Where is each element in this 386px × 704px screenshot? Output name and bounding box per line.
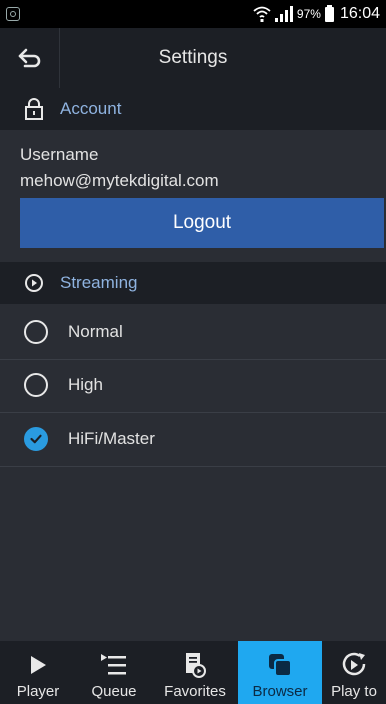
nav-item-browser[interactable]: Browser bbox=[238, 641, 322, 704]
nav-label: Favorites bbox=[164, 683, 226, 700]
bottom-nav: Player Queue Favorites Browser Play to bbox=[0, 641, 386, 704]
signal-icon bbox=[274, 6, 293, 22]
streaming-option-hifi-master[interactable]: HiFi/Master bbox=[0, 411, 386, 467]
streaming-option-normal[interactable]: Normal bbox=[0, 304, 386, 360]
logout-button[interactable]: Logout bbox=[20, 198, 384, 248]
option-label: High bbox=[68, 374, 103, 394]
status-time: 16:04 bbox=[339, 5, 380, 22]
notification-icon bbox=[6, 7, 20, 21]
queue-icon bbox=[99, 651, 129, 679]
option-label: Normal bbox=[68, 321, 123, 341]
play-circle-icon bbox=[25, 274, 43, 292]
streaming-option-high[interactable]: High bbox=[0, 357, 386, 413]
nav-label: Play to bbox=[331, 683, 377, 700]
battery-icon bbox=[324, 4, 334, 22]
back-button[interactable] bbox=[0, 28, 60, 88]
streaming-section-title: Streaming bbox=[60, 273, 138, 292]
username-value: mehow@mytekdigital.com bbox=[20, 171, 219, 190]
account-block: Username mehow@mytekdigital.com Logout bbox=[0, 130, 386, 262]
wifi-icon bbox=[253, 6, 271, 22]
radio-checked-icon[interactable] bbox=[24, 426, 48, 451]
account-section-header: Account bbox=[0, 88, 386, 130]
back-arrow-icon bbox=[18, 48, 40, 68]
nav-label: Queue bbox=[91, 683, 137, 700]
browser-icon bbox=[267, 651, 293, 679]
radio-unchecked-icon[interactable] bbox=[24, 319, 48, 344]
nav-item-player[interactable]: Player bbox=[0, 641, 76, 704]
status-bar: 97% 16:04 bbox=[0, 0, 386, 28]
option-label: HiFi/Master bbox=[68, 428, 155, 448]
play-to-icon bbox=[340, 651, 368, 679]
nav-label: Browser bbox=[252, 683, 308, 700]
lock-icon bbox=[25, 98, 43, 120]
streaming-section-header: Streaming bbox=[0, 262, 386, 304]
nav-label: Player bbox=[16, 683, 60, 700]
favorites-icon bbox=[184, 651, 206, 679]
battery-percent: 97% bbox=[296, 7, 321, 21]
nav-item-favorites[interactable]: Favorites bbox=[152, 641, 238, 704]
app-header: Settings bbox=[0, 28, 386, 88]
account-section-title: Account bbox=[60, 99, 122, 118]
nav-item-queue[interactable]: Queue bbox=[76, 641, 152, 704]
nav-item-play-to[interactable]: Play to bbox=[322, 641, 386, 704]
username-label: Username bbox=[20, 145, 99, 164]
radio-unchecked-icon[interactable] bbox=[24, 372, 48, 397]
play-icon bbox=[27, 651, 49, 679]
